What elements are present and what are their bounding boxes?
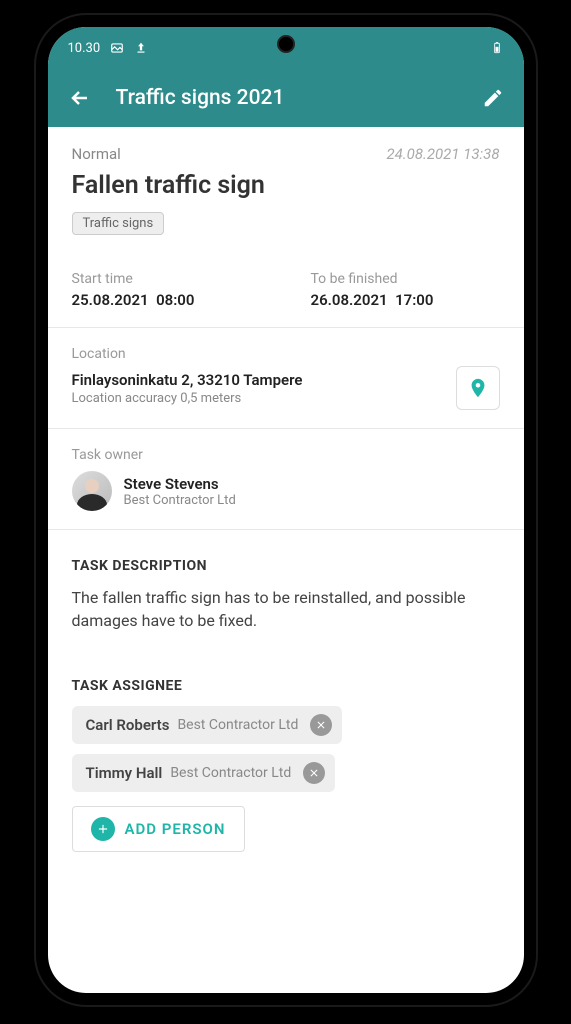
finish-time-label: To be finished — [311, 271, 500, 287]
schedule-section: Start time 25.08.2021 08:00 To be finish… — [48, 253, 524, 328]
assignee-company: Best Contractor Ltd — [177, 717, 298, 733]
location-accuracy: Location accuracy 0,5 meters — [72, 391, 303, 406]
start-time-label: Start time — [72, 271, 261, 287]
task-header-section: Normal 24.08.2021 13:38 Fallen traffic s… — [48, 127, 524, 253]
map-button[interactable] — [456, 366, 500, 410]
owner-company: Best Contractor Ltd — [124, 493, 236, 508]
task-title: Fallen traffic sign — [72, 171, 500, 200]
page-title: Traffic signs 2021 — [116, 86, 482, 110]
finish-time-value: 26.08.2021 17:00 — [311, 291, 500, 309]
priority-label: Normal — [72, 145, 121, 163]
assignee-chip: Carl Roberts Best Contractor Ltd — [72, 706, 343, 744]
close-icon — [308, 767, 320, 779]
pin-icon — [467, 377, 489, 399]
assignee-chip: Timmy Hall Best Contractor Ltd — [72, 754, 336, 792]
upload-icon — [134, 41, 148, 55]
app-bar: Traffic signs 2021 — [48, 69, 524, 127]
owner-avatar — [72, 471, 112, 511]
owner-section: Task owner Steve Stevens Best Contractor… — [48, 429, 524, 530]
description-section: TASK DESCRIPTION The fallen traffic sign… — [48, 530, 524, 650]
assignee-heading: TASK ASSIGNEE — [72, 678, 500, 694]
remove-assignee-button[interactable] — [310, 714, 332, 736]
remove-assignee-button[interactable] — [303, 762, 325, 784]
back-button[interactable] — [68, 86, 92, 110]
location-section: Location Finlaysoninkatu 2, 33210 Tamper… — [48, 328, 524, 429]
location-address: Finlaysoninkatu 2, 33210 Tampere — [72, 371, 303, 389]
close-icon — [315, 719, 327, 731]
add-person-label: ADD PERSON — [125, 820, 226, 838]
assignee-name: Carl Roberts — [86, 716, 170, 734]
location-label: Location — [72, 346, 500, 362]
created-timestamp: 24.08.2021 13:38 — [386, 145, 499, 163]
assignee-name: Timmy Hall — [86, 764, 163, 782]
assignee-company: Best Contractor Ltd — [170, 765, 291, 781]
owner-name: Steve Stevens — [124, 475, 236, 493]
status-time: 10.30 — [68, 41, 101, 56]
battery-icon — [490, 41, 504, 55]
description-heading: TASK DESCRIPTION — [72, 558, 500, 574]
category-tag[interactable]: Traffic signs — [72, 212, 165, 235]
description-text: The fallen traffic sign has to be reinst… — [72, 586, 500, 632]
add-person-button[interactable]: ADD PERSON — [72, 806, 245, 852]
owner-label: Task owner — [72, 447, 500, 463]
start-time-value: 25.08.2021 08:00 — [72, 291, 261, 309]
plus-icon — [91, 817, 115, 841]
image-icon — [110, 41, 124, 55]
assignee-section: TASK ASSIGNEE Carl Roberts Best Contract… — [48, 650, 524, 870]
edit-button[interactable] — [482, 87, 504, 109]
